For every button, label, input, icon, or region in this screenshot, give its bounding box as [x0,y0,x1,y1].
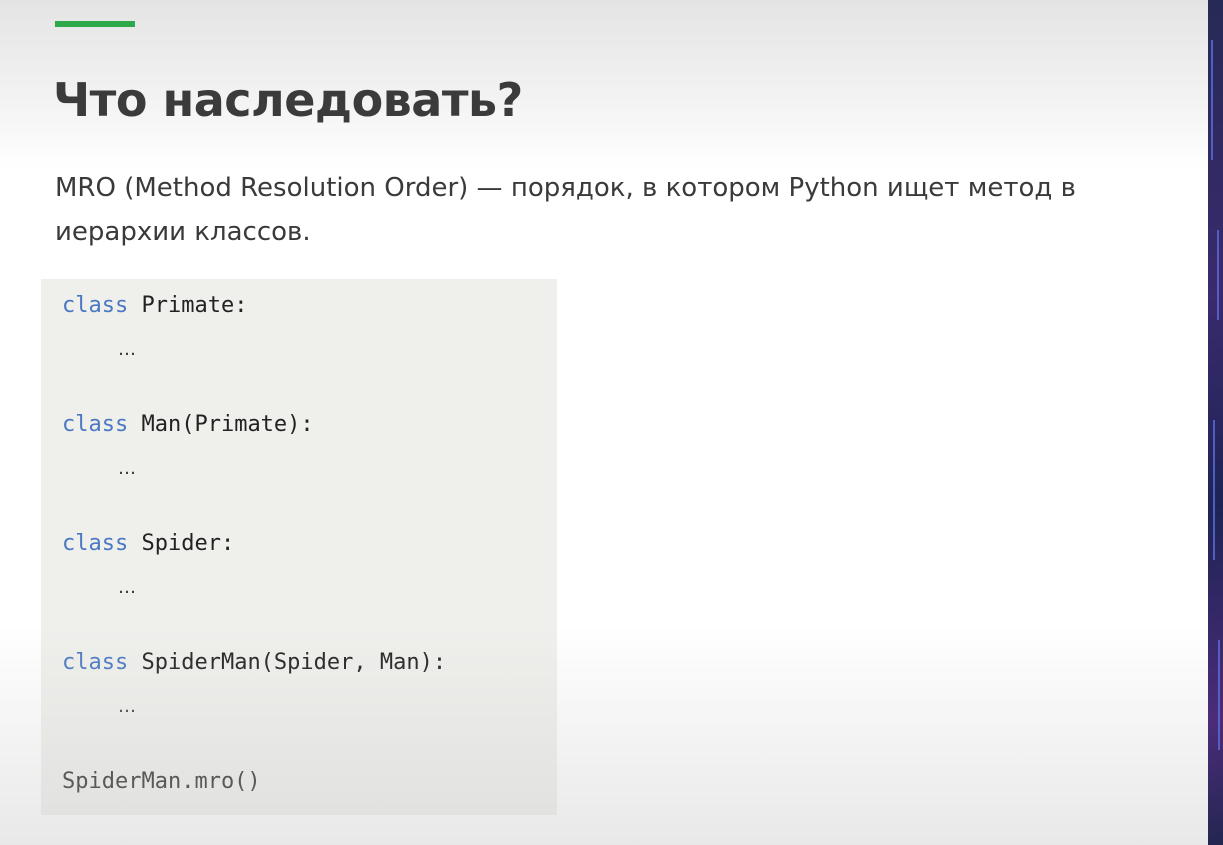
code-line-mro-call: SpiderMan.mro() [62,769,261,794]
code-ellipsis: … [118,696,136,717]
accent-bar [55,21,135,27]
code-line-spiderman: class SpiderMan(Spider, Man): [62,643,446,683]
slide-title: Что наследовать? [53,73,523,127]
code-text: Primate: [128,293,248,318]
code-keyword: class [62,650,129,675]
code-text: Spider: [128,531,235,556]
code-ellipsis: … [118,458,136,479]
code-text: SpiderMan(Spider, Man): [128,650,447,675]
decorative-line [1217,230,1219,320]
code-line-primate: class Primate: [62,286,247,326]
code-keyword: class [62,412,129,437]
decorative-line [1218,640,1220,750]
slide-subtitle: MRO (Method Resolution Order) — порядок,… [55,173,1076,247]
presentation-slide: Что наследовать? MRO (Method Resolution … [0,0,1208,845]
code-text: Man(Primate): [128,412,314,437]
code-keyword: class [62,531,129,556]
decorative-line [1211,40,1213,160]
code-block: class Primate: … class Man(Primate): … c… [41,279,557,815]
code-ellipsis: … [118,339,136,360]
screen: Что наследовать? MRO (Method Resolution … [0,0,1223,845]
code-line-man: class Man(Primate): [62,405,314,445]
code-line-spider: class Spider: [62,524,234,564]
decorative-line [1213,420,1215,560]
video-background-edge [1208,0,1223,845]
code-keyword: class [62,293,129,318]
code-ellipsis: … [118,577,136,598]
